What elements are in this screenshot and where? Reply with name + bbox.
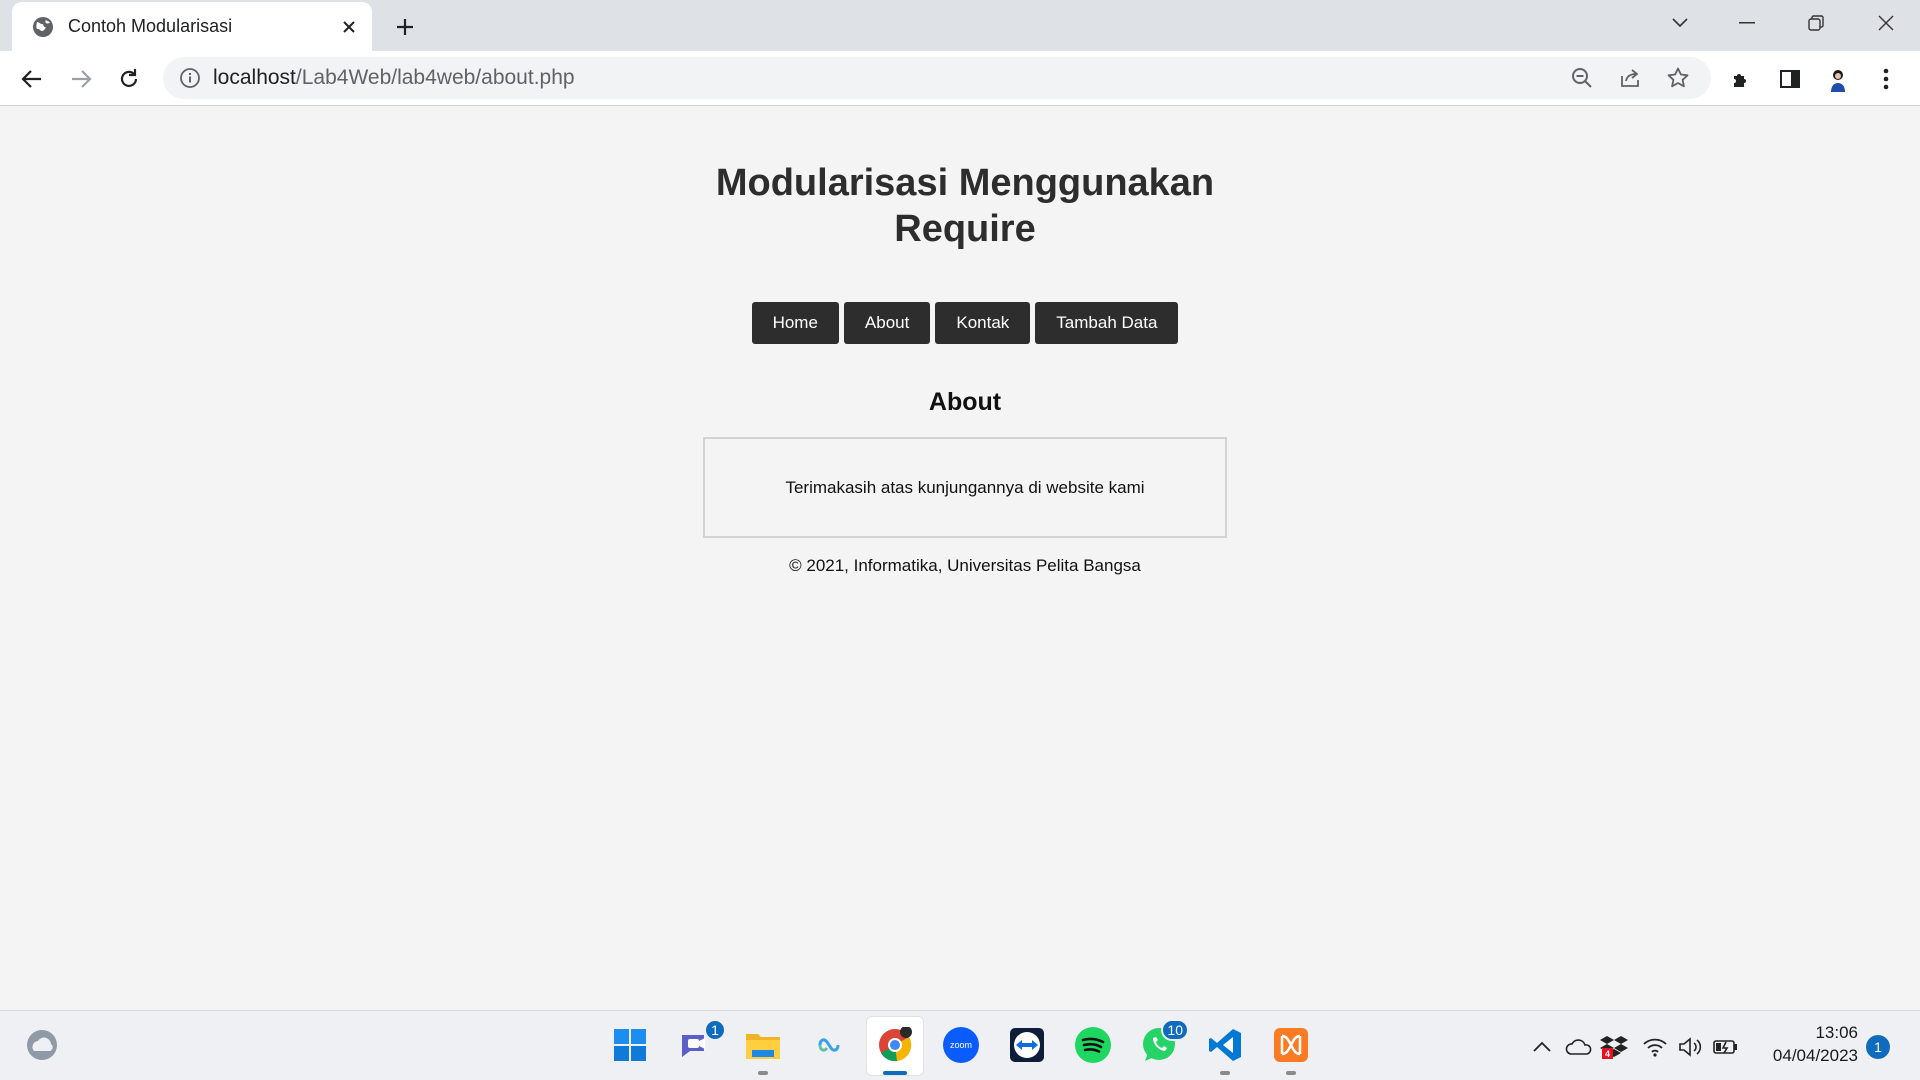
folder-icon[interactable] (743, 1025, 783, 1075)
clock-time: 13:06 (1815, 1023, 1858, 1042)
browser-tabstrip: Contoh Modularisasi (0, 0, 1920, 51)
nav-tambah-data-button[interactable]: Tambah Data (1035, 302, 1179, 344)
clock[interactable]: 13:06 04/04/2023 (1758, 1021, 1858, 1067)
copilot-icon[interactable] (809, 1025, 849, 1065)
whatsapp-icon[interactable]: 10 (1139, 1019, 1189, 1065)
running-indicator (1286, 1071, 1296, 1075)
tab-title: Contoh Modularisasi (68, 16, 233, 36)
content-box: Terimakasih atas kunjungannya di website… (703, 437, 1227, 538)
volume-icon[interactable] (1676, 1033, 1704, 1061)
battery-charging-icon[interactable] (1712, 1033, 1740, 1061)
taskbar: 1 zoom 10 4 13:06 04/04/2023 1 (0, 1010, 1920, 1080)
content-text: Terimakasih atas kunjungannya di website… (785, 477, 1145, 497)
minimize-icon[interactable] (1727, 6, 1767, 40)
spotify-icon[interactable] (1073, 1025, 1113, 1065)
share-icon[interactable] (1615, 63, 1645, 93)
zoom-out-icon[interactable] (1567, 63, 1597, 93)
web-page: Modularisasi Menggunakan Require Home Ab… (0, 106, 1920, 1010)
zoom-icon[interactable]: zoom (941, 1025, 981, 1065)
notification-badge[interactable]: 1 (1866, 1035, 1890, 1059)
onedrive-cloud-icon[interactable] (1565, 1033, 1593, 1061)
forward-arrow-icon[interactable] (64, 62, 98, 96)
footer-text: © 2021, Informatika, Universitas Pelita … (789, 556, 1141, 575)
clock-date: 04/04/2023 (1772, 1046, 1858, 1065)
running-indicator (758, 1071, 768, 1075)
nav-kontak-button[interactable]: Kontak (935, 302, 1031, 344)
dropbox-icon[interactable]: 4 (1600, 1033, 1628, 1061)
extensions-puzzle-icon[interactable] (1725, 62, 1759, 96)
menu-kebab-icon[interactable] (1869, 62, 1903, 96)
teams-chat-icon[interactable]: 1 (676, 1019, 726, 1065)
active-indicator (883, 1071, 907, 1075)
new-tab-plus-icon[interactable] (390, 12, 420, 42)
back-arrow-icon[interactable] (15, 62, 49, 96)
tray-badge: 4 (1605, 1049, 1610, 1059)
side-panel-icon[interactable] (1773, 62, 1807, 96)
xampp-icon[interactable] (1271, 1025, 1311, 1075)
nav-about-button[interactable]: About (843, 302, 931, 344)
chrome-icon[interactable] (875, 1025, 915, 1075)
vscode-icon[interactable] (1205, 1025, 1245, 1075)
close-window-icon[interactable] (1866, 6, 1906, 40)
main-nav: Home About Kontak Tambah Data (703, 302, 1227, 344)
profile-avatar[interactable] (1821, 62, 1855, 96)
wifi-icon[interactable] (1641, 1033, 1669, 1061)
reload-icon[interactable] (112, 62, 146, 96)
weather-widget-icon[interactable] (22, 1025, 62, 1065)
page-title: Modularisasi Menggunakan Require (715, 162, 1215, 250)
bookmark-star-icon[interactable] (1663, 63, 1693, 93)
browser-toolbar: localhost/Lab4Web/lab4web/about.php (0, 51, 1920, 106)
url-path: /Lab4Web/lab4web/about.php (295, 66, 575, 89)
browser-tab[interactable]: Contoh Modularisasi (12, 2, 372, 51)
nav-home-button[interactable]: Home (751, 302, 839, 344)
teams-badge: 1 (704, 1019, 726, 1041)
page-container: Modularisasi Menggunakan Require Home Ab… (703, 106, 1227, 576)
tab-close-icon[interactable] (338, 16, 360, 38)
section-title: About (928, 388, 1002, 416)
running-indicator (1220, 1071, 1230, 1075)
restore-icon[interactable] (1796, 6, 1836, 40)
teamviewer-icon[interactable] (1007, 1025, 1047, 1065)
zoom-label: zoom (950, 1040, 972, 1050)
tab-search-chevron-icon[interactable] (1660, 6, 1700, 40)
address-bar[interactable]: localhost/Lab4Web/lab4web/about.php (163, 57, 1711, 99)
whatsapp-badge: 10 (1161, 1019, 1189, 1041)
globe-icon (32, 16, 54, 38)
url-text[interactable]: localhost/Lab4Web/lab4web/about.php (213, 66, 1567, 90)
site-info-icon[interactable] (179, 67, 201, 89)
url-host: localhost (213, 66, 296, 89)
windows-start-icon[interactable] (610, 1025, 650, 1065)
show-hidden-icons-chevron-icon[interactable] (1528, 1033, 1556, 1061)
